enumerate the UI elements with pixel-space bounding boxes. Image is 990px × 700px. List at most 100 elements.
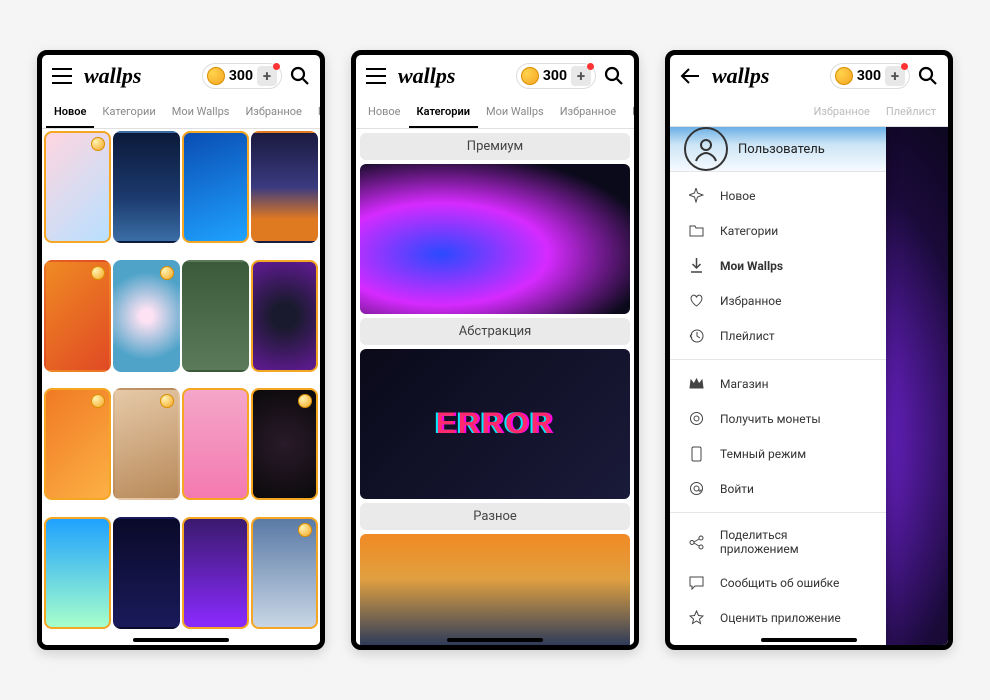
tab-favorites[interactable]: Избранное xyxy=(805,97,877,126)
drawer-label: Темный режим xyxy=(720,447,806,461)
content-area xyxy=(42,129,320,645)
drawer-label: Оценить приложение xyxy=(720,611,841,625)
drawer-item-categories[interactable]: Категории xyxy=(670,213,886,248)
add-coins-button[interactable]: + xyxy=(257,66,277,86)
wallpaper-thumb[interactable] xyxy=(251,260,318,372)
share-icon xyxy=(688,534,705,551)
premium-badge-icon xyxy=(298,523,312,537)
premium-badge-icon xyxy=(91,394,105,408)
coin-icon xyxy=(207,67,225,85)
tab-my-wallps[interactable]: Мои Wallps xyxy=(478,97,552,128)
avatar-icon[interactable] xyxy=(684,127,728,171)
tab-categories[interactable]: Категории xyxy=(94,97,163,128)
drawer-item-get-coins[interactable]: Получить монеты xyxy=(670,401,886,436)
drawer-header: Пользователь xyxy=(670,127,886,171)
tab-playlist[interactable]: Плейлист xyxy=(878,97,944,126)
crown-icon xyxy=(688,375,705,392)
wallpaper-thumb[interactable] xyxy=(44,260,111,372)
app-logo: wallps xyxy=(394,63,510,89)
wallpaper-thumb[interactable] xyxy=(251,517,318,629)
star-icon xyxy=(688,609,705,626)
drawer-label: Новое xyxy=(720,189,755,203)
drawer-label: Поделиться приложением xyxy=(720,528,868,556)
premium-badge-icon xyxy=(91,266,105,280)
wallpaper-thumb[interactable] xyxy=(113,517,180,629)
wallpaper-thumb[interactable] xyxy=(113,131,180,243)
tab-favorites[interactable]: Избранное xyxy=(237,97,309,128)
phone-screen-new: wallps 300 + Новое Категории Мои Wallps … xyxy=(37,50,325,650)
tab-playlist[interactable]: Плейлист xyxy=(624,97,639,128)
wallpaper-thumb[interactable] xyxy=(251,131,318,243)
category-header-abstraction[interactable]: Абстракция xyxy=(360,318,630,345)
tab-favorites[interactable]: Избранное xyxy=(552,97,624,128)
coin-balance[interactable]: 300 + xyxy=(516,63,596,89)
user-label: Пользователь xyxy=(738,142,825,157)
drawer-item-new[interactable]: Новое xyxy=(670,178,886,213)
notification-dot xyxy=(587,63,594,70)
drawer-item-favorites[interactable]: Избранное xyxy=(670,283,886,318)
tab-playlist[interactable]: Плейлист xyxy=(310,97,325,128)
category-image-misc[interactable] xyxy=(360,534,630,645)
tab-new[interactable]: Новое xyxy=(360,97,409,128)
category-header-premium[interactable]: Премиум xyxy=(360,133,630,160)
add-coins-button[interactable]: + xyxy=(885,66,905,86)
wallpaper-thumb[interactable] xyxy=(182,517,249,629)
home-indicator xyxy=(447,638,543,642)
wallpaper-thumb[interactable] xyxy=(44,388,111,500)
phone-screen-drawer: wallps 300 + Избранное Плейлист Пользова… xyxy=(665,50,953,650)
coin-icon xyxy=(521,67,539,85)
drawer-section-account: Магазин Получить монеты Темный режим Вой… xyxy=(670,359,886,512)
wallpaper-thumb[interactable] xyxy=(182,388,249,500)
search-icon[interactable] xyxy=(916,64,940,88)
wallpaper-thumb[interactable] xyxy=(44,131,111,243)
coin-balance[interactable]: 300 + xyxy=(202,63,282,89)
drawer-item-dark-mode[interactable]: Темный режим xyxy=(670,436,886,471)
drawer-item-rate[interactable]: Оценить приложение xyxy=(670,600,886,635)
wallpaper-thumb[interactable] xyxy=(113,388,180,500)
wallpaper-thumb[interactable] xyxy=(182,260,249,372)
coin-amount: 300 xyxy=(543,68,567,84)
heart-icon xyxy=(688,292,705,309)
tab-my-wallps[interactable]: Мои Wallps xyxy=(164,97,238,128)
add-coins-button[interactable]: + xyxy=(571,66,591,86)
coin-icon xyxy=(835,67,853,85)
drawer-section-nav: Новое Категории Мои Wallps Избранное Пле… xyxy=(670,171,886,359)
drawer-label: Избранное xyxy=(720,294,782,308)
phone-icon xyxy=(688,445,705,462)
category-image-premium[interactable] xyxy=(360,164,630,314)
home-indicator xyxy=(133,638,229,642)
download-icon xyxy=(688,257,705,274)
menu-icon[interactable] xyxy=(50,64,74,88)
chat-icon xyxy=(688,574,705,591)
search-icon[interactable] xyxy=(288,64,312,88)
drawer-item-shop[interactable]: Магазин xyxy=(670,366,886,401)
drawer-label: Войти xyxy=(720,482,754,496)
tab-new[interactable]: Новое xyxy=(46,97,94,128)
menu-icon[interactable] xyxy=(364,64,388,88)
category-image-abstraction[interactable]: ERROR xyxy=(360,349,630,499)
tab-categories[interactable]: Категории xyxy=(409,97,478,128)
at-icon xyxy=(688,480,705,497)
tab-bar: Новое Категории Мои Wallps Избранное Пле… xyxy=(42,97,320,129)
coin-balance[interactable]: 300 + xyxy=(830,63,910,89)
back-icon[interactable] xyxy=(678,64,702,88)
wallpaper-thumb[interactable] xyxy=(113,260,180,372)
content-area: Премиум Абстракция ERROR Разное xyxy=(356,129,634,645)
drawer-item-share[interactable]: Поделиться приложением xyxy=(670,519,886,565)
wallpaper-thumb[interactable] xyxy=(251,388,318,500)
premium-badge-icon xyxy=(91,137,105,151)
wallpaper-thumb[interactable] xyxy=(182,131,249,243)
category-header-misc[interactable]: Разное xyxy=(360,503,630,530)
drawer-item-playlist[interactable]: Плейлист xyxy=(670,318,886,353)
home-indicator xyxy=(761,638,857,642)
drawer-item-report[interactable]: Сообщить об ошибке xyxy=(670,565,886,600)
drawer-item-my-wallps[interactable]: Мои Wallps xyxy=(670,248,886,283)
app-logo: wallps xyxy=(80,63,196,89)
wallpaper-thumb[interactable] xyxy=(44,517,111,629)
premium-badge-icon xyxy=(160,394,174,408)
phone-screen-categories: wallps 300 + Новое Категории Мои Wallps … xyxy=(351,50,639,650)
top-bar: wallps 300 + xyxy=(42,55,320,97)
drawer-item-login[interactable]: Войти xyxy=(670,471,886,506)
top-bar: wallps 300 + xyxy=(356,55,634,97)
search-icon[interactable] xyxy=(602,64,626,88)
